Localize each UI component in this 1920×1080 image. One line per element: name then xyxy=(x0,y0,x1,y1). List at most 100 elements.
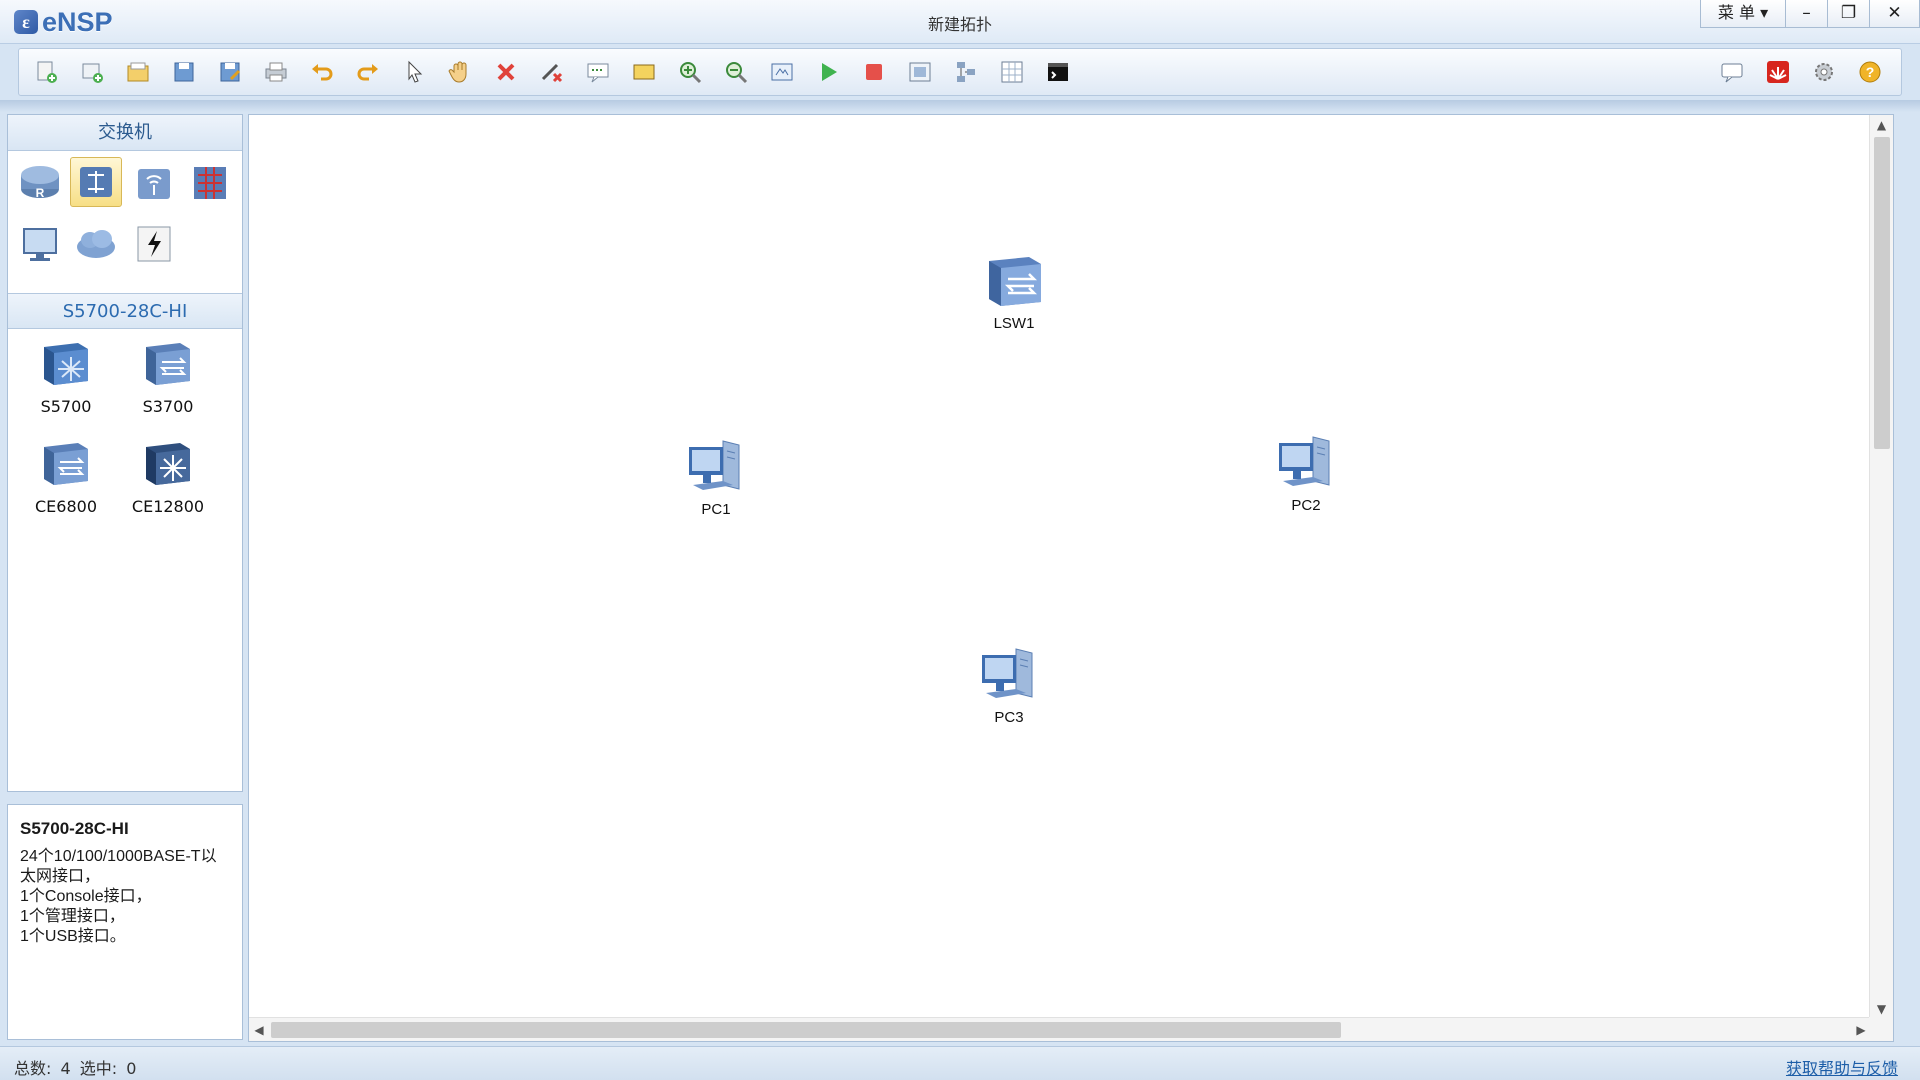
node-pc3[interactable]: PC3 xyxy=(964,643,1054,726)
save-button[interactable] xyxy=(161,52,207,92)
fit-view-button[interactable] xyxy=(759,52,805,92)
description-title: S5700-28C-HI xyxy=(20,819,129,838)
category-switch[interactable] xyxy=(70,157,122,207)
settings-icon xyxy=(1815,63,1833,81)
hand-pan-icon xyxy=(448,61,467,83)
category-power[interactable] xyxy=(128,219,180,269)
pc-node-icon xyxy=(689,440,740,490)
description-line: 1个USB接口。 xyxy=(20,928,126,945)
device-s3700[interactable]: S3700 xyxy=(118,337,218,427)
description-line: 24个10/100/1000BASE-T以 xyxy=(20,848,217,865)
delete-link-icon xyxy=(541,63,563,83)
category-router[interactable]: R xyxy=(14,157,66,207)
help-feedback-link[interactable]: 获取帮助与反馈 xyxy=(1786,1055,1898,1079)
cli-icon xyxy=(1048,63,1068,81)
router-icon: R xyxy=(21,166,59,200)
svg-text:R: R xyxy=(36,186,45,200)
close-button[interactable]: ✕ xyxy=(1870,0,1920,28)
save-icon xyxy=(174,62,194,82)
redo-button[interactable] xyxy=(345,52,391,92)
horizontal-scroll-thumb[interactable] xyxy=(271,1022,1341,1038)
fit-view-icon xyxy=(771,63,793,81)
undo-button[interactable] xyxy=(299,52,345,92)
pc-node-icon xyxy=(1279,436,1330,486)
open-button[interactable] xyxy=(115,52,161,92)
node-pc1[interactable]: PC1 xyxy=(671,435,761,518)
delete-button[interactable] xyxy=(483,52,529,92)
device-ce12800[interactable]: CE12800 xyxy=(118,437,218,527)
new-page-button[interactable] xyxy=(69,52,115,92)
text-button[interactable] xyxy=(575,52,621,92)
new-topology-button[interactable] xyxy=(23,52,69,92)
s3700-switch-icon xyxy=(146,343,190,385)
redo-icon xyxy=(357,64,378,81)
toolbar: ? xyxy=(18,48,1902,96)
device-label: S3700 xyxy=(142,397,194,416)
grid-button[interactable] xyxy=(989,52,1035,92)
pc-icon xyxy=(23,228,57,261)
help-button[interactable]: ? xyxy=(1847,52,1893,92)
undo-icon xyxy=(312,64,333,81)
zoom-out-button[interactable] xyxy=(713,52,759,92)
save-as-button[interactable] xyxy=(207,52,253,92)
vertical-scroll-thumb[interactable] xyxy=(1874,137,1890,449)
device-description-panel: S5700-28C-HI 24个10/100/1000BASE-T以 太网接口，… xyxy=(7,804,243,1040)
rectangle-icon xyxy=(633,64,655,80)
restore-button[interactable]: ❐ xyxy=(1828,0,1870,28)
device-panel: 交换机 R S5700-28C-HI S5700 S3700 CE6800 CE… xyxy=(7,114,243,792)
horizontal-scrollbar[interactable]: ◀ ▶ xyxy=(249,1017,1871,1041)
menu-button[interactable]: 菜 单 ▾ xyxy=(1700,0,1786,28)
message-button[interactable] xyxy=(1709,52,1755,92)
start-device-icon xyxy=(822,63,837,81)
status-counts: 总数: 4 选中: 0 xyxy=(14,1055,140,1079)
capture-button[interactable] xyxy=(897,52,943,92)
node-pc2[interactable]: PC2 xyxy=(1261,431,1351,514)
scroll-right-icon[interactable]: ▶ xyxy=(1851,1018,1871,1041)
open-icon xyxy=(127,62,149,82)
title-bar: ε eNSP 新建拓扑 菜 单 ▾ – ❐ ✕ xyxy=(0,0,1920,44)
minimize-button[interactable]: – xyxy=(1786,0,1828,28)
topology-icon xyxy=(957,62,975,82)
node-label: LSW1 xyxy=(993,315,1035,332)
start-device-button[interactable] xyxy=(805,52,851,92)
text-comment-icon xyxy=(587,63,609,83)
zoom-in-button[interactable] xyxy=(667,52,713,92)
node-lsw1[interactable]: LSW1 xyxy=(969,249,1059,332)
rectangle-button[interactable] xyxy=(621,52,667,92)
window-title: 新建拓扑 xyxy=(927,15,992,34)
scroll-left-icon[interactable]: ◀ xyxy=(249,1018,269,1041)
toolbar-left xyxy=(23,49,1081,95)
category-firewall[interactable] xyxy=(184,157,236,207)
print-icon xyxy=(265,62,287,82)
device-label: S5700 xyxy=(40,397,92,416)
huawei-button[interactable] xyxy=(1755,52,1801,92)
scroll-down-icon[interactable]: ▼ xyxy=(1870,999,1893,1019)
category-pc[interactable] xyxy=(14,219,66,269)
device-label: CE12800 xyxy=(131,497,205,516)
scroll-up-icon[interactable]: ▲ xyxy=(1870,115,1893,135)
stop-device-button[interactable] xyxy=(851,52,897,92)
print-button[interactable] xyxy=(253,52,299,92)
vertical-scrollbar[interactable]: ▲ ▼ xyxy=(1869,115,1893,1019)
node-label: PC3 xyxy=(994,709,1024,726)
device-s5700[interactable]: S5700 xyxy=(16,337,116,427)
node-label: PC1 xyxy=(701,501,731,518)
pan-button[interactable] xyxy=(437,52,483,92)
toolbar-separator-band xyxy=(0,100,1920,112)
device-ce6800[interactable]: CE6800 xyxy=(16,437,116,527)
cli-button[interactable] xyxy=(1035,52,1081,92)
category-cloud[interactable] xyxy=(70,219,122,269)
topology-canvas[interactable]: LSW1 PC1 PC2 PC3 ▲ ▼ ◀ ▶ xyxy=(248,114,1894,1042)
window-controls: 菜 单 ▾ – ❐ ✕ xyxy=(1700,0,1920,28)
device-label: CE6800 xyxy=(35,497,97,516)
zoom-out-icon xyxy=(726,62,748,84)
new-topology-icon xyxy=(37,61,57,83)
select-button[interactable] xyxy=(391,52,437,92)
category-wireless[interactable] xyxy=(128,157,180,207)
topology-button[interactable] xyxy=(943,52,989,92)
model-title: S5700-28C-HI xyxy=(8,293,242,329)
delete-link-button[interactable] xyxy=(529,52,575,92)
selected-value: 0 xyxy=(126,1059,137,1078)
settings-button[interactable] xyxy=(1801,52,1847,92)
wireless-icon xyxy=(138,169,170,199)
